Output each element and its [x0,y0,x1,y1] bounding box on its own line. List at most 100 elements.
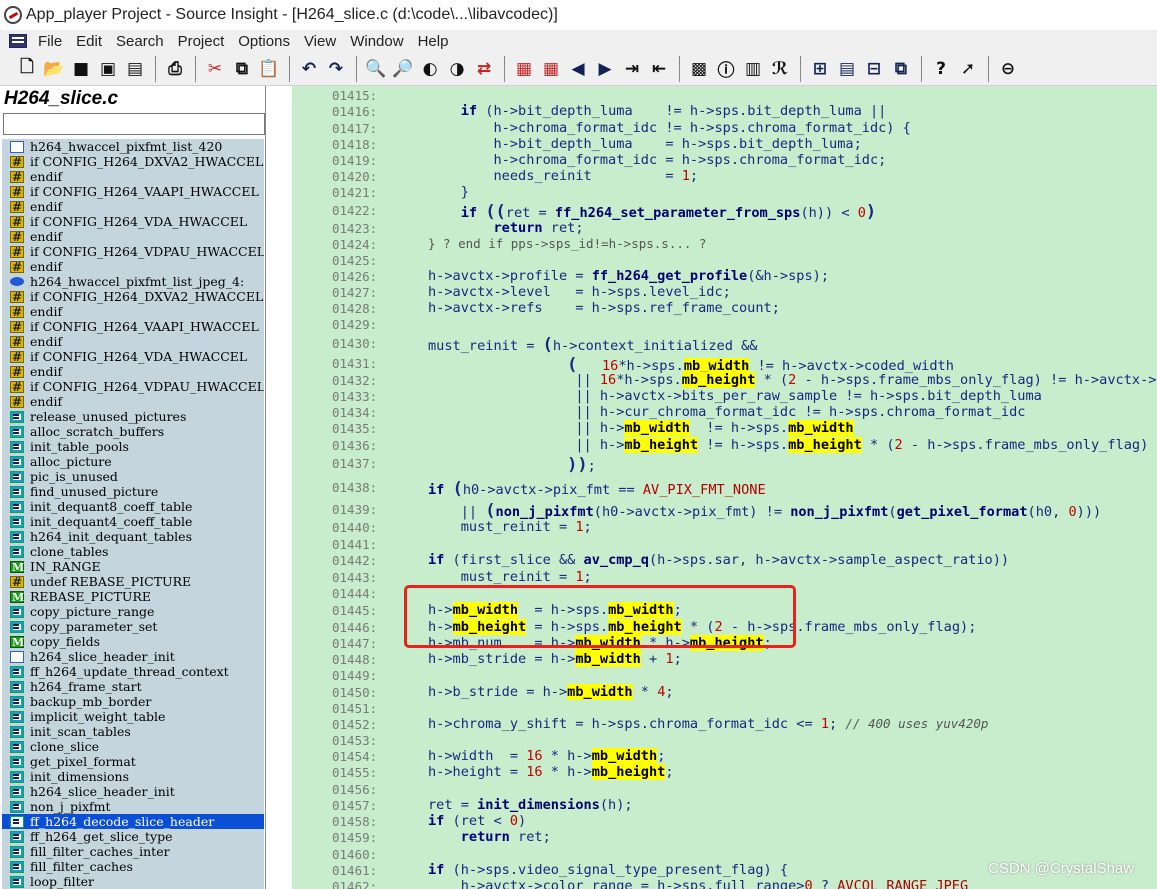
symbol-item[interactable]: copy_parameter_set [2,619,264,634]
symbol-item[interactable]: h264_frame_start [2,679,264,694]
code-line[interactable]: if ((ret = ff_h264_set_parameter_from_sp… [428,202,876,222]
code-line[interactable]: h->avctx->refs = h->sps.ref_frame_count; [428,300,780,316]
window-icon[interactable]: ⊞ [809,58,831,80]
bookmark-icon[interactable]: ▦ [513,58,535,80]
symbol-item[interactable]: init_table_pools [2,439,264,454]
redo-icon[interactable]: ↷ [325,58,347,80]
search-icon[interactable]: 🔍 [365,58,387,80]
code-line[interactable]: if (h0->avctx->pix_fmt == AV_PIX_FMT_NON… [428,479,766,499]
code-line[interactable]: || h->avctx->bits_per_raw_sample != h->s… [428,388,1042,404]
symbol-item[interactable]: ff_h264_decode_slice_header [2,814,264,829]
replace-icon[interactable]: ⇄ [473,58,495,80]
symbol-item[interactable]: if CONFIG_H264_DXVA2_HWACCEL [2,154,264,170]
split-icon[interactable]: ⊟ [863,58,885,80]
code-line[interactable]: h->chroma_format_idc != h->sps.chroma_fo… [428,120,910,136]
code-line[interactable]: if (h->sps.video_signal_type_present_fla… [428,862,788,878]
jump-back-icon[interactable]: ⇤ [648,58,670,80]
code-line[interactable]: h->chroma_y_shift = h->sps.chroma_format… [428,716,988,732]
jump-icon[interactable]: ⇥ [621,58,643,80]
symbol-list[interactable]: h264_hwaccel_pixfmt_list_420if CONFIG_H2… [2,139,264,889]
symbol-item[interactable]: copy_fields [2,634,264,650]
copy-icon[interactable]: ⧉ [231,58,253,80]
forward-icon[interactable]: ▶ [594,58,616,80]
code-line[interactable]: if (ret < 0) [428,813,526,829]
symbol-item[interactable]: ff_h264_update_thread_context [2,664,264,679]
symbol-item[interactable]: if CONFIG_H264_VDA_HWACCEL [2,214,264,230]
menu-search[interactable]: Search [109,33,171,50]
tile-icon[interactable]: ▤ [836,58,858,80]
symbol-item[interactable]: pic_is_unused [2,469,264,484]
pointer-icon[interactable]: ➚ [957,58,979,80]
symbol-item[interactable]: release_unused_pictures [2,409,264,424]
menu-options[interactable]: Options [231,33,297,50]
symbol-item[interactable]: alloc_picture [2,454,264,469]
symbol-item[interactable]: loop_filter [2,874,264,889]
symbol-item[interactable]: init_dimensions [2,769,264,784]
browse-icon[interactable]: ▩ [688,58,710,80]
symbol-item[interactable]: endif [2,394,264,410]
paste-icon[interactable]: 📋 [258,58,280,80]
code-line[interactable]: h->bit_depth_luma = h->sps.bit_depth_lum… [428,136,861,152]
symbol-item[interactable]: if CONFIG_H264_VAAPI_HWACCEL [2,184,264,200]
save-icon[interactable]: ■ [70,58,92,80]
symbol-item[interactable]: if CONFIG_H264_VDPAU_HWACCEL [2,244,264,260]
undo-icon[interactable]: ↶ [298,58,320,80]
code-line[interactable]: || 16*h->sps.mb_height * (2 - h->sps.fra… [428,372,1157,388]
menu-view[interactable]: View [297,33,343,50]
symbol-item[interactable]: init_dequant8_coeff_table [2,499,264,514]
cascade-icon[interactable]: ⧉ [890,58,912,80]
symbol-item[interactable]: ff_h264_get_slice_type [2,829,264,844]
symbol-item[interactable]: h264_hwaccel_pixfmt_list_420 [2,139,264,154]
symbol-item[interactable]: undef REBASE_PICTURE [2,574,264,590]
save-all-icon[interactable]: ▣ [97,58,119,80]
cut-icon[interactable]: ✂ [204,58,226,80]
code-line[interactable]: h->b_stride = h->mb_width * 4; [428,684,674,700]
symbol-item[interactable]: clone_slice [2,739,264,754]
symbol-item[interactable]: h264_slice_header_init [2,649,264,664]
back-icon[interactable]: ◀ [567,58,589,80]
search-files-icon[interactable]: 🔎 [392,58,414,80]
code-line[interactable]: h->avctx->profile = ff_h264_get_profile(… [428,268,829,284]
code-line[interactable]: h->height = 16 * h->mb_height; [428,764,674,780]
menu-file[interactable]: File [31,33,69,50]
symbol-info-icon[interactable]: ⓘ [715,58,737,81]
symbol-item[interactable]: IN_RANGE [2,559,264,575]
code-line[interactable]: h->chroma_format_idc = h->sps.chroma_for… [428,152,886,168]
code-editor[interactable]: 01415: 01416: if (h->bit_depth_luma != h-… [292,86,1157,889]
symbol-item[interactable]: endif [2,364,264,380]
symbol-item[interactable]: if CONFIG_H264_VAAPI_HWACCEL [2,319,264,335]
relation-icon[interactable]: ▥ [742,58,764,80]
symbol-item[interactable]: endif [2,334,264,350]
symbol-item[interactable]: fill_filter_caches_inter [2,844,264,859]
context-help-icon[interactable]: ? [930,58,952,80]
symbol-item[interactable]: endif [2,229,264,245]
menu-project[interactable]: Project [171,33,232,50]
symbol-item[interactable]: clone_tables [2,544,264,559]
code-line[interactable]: return ret; [428,829,551,845]
code-line[interactable]: if (h->bit_depth_luma != h->sps.bit_dept… [428,103,887,119]
search-backward-icon[interactable]: ◐ [419,58,441,80]
code-line[interactable]: if (first_slice && av_cmp_q(h->sps.sar, … [428,552,1009,568]
code-line[interactable]: } ? end if pps->sps_id!=h->sps.s... ? [428,236,706,252]
symbol-item[interactable]: h264_slice_header_init [2,784,264,799]
new-file-icon[interactable]: 🗋 [16,57,38,80]
symbol-item[interactable]: copy_picture_range [2,604,264,619]
symbol-item[interactable]: h264_init_dequant_tables [2,529,264,544]
symbol-search-input[interactable] [3,113,265,135]
search-forward-icon[interactable]: ◑ [446,58,468,80]
system-menu-icon[interactable] [9,34,27,48]
sync-icon[interactable]: ⊖ [997,58,1019,80]
code-line[interactable]: || (non_j_pixfmt(h0->avctx->pix_fmt) != … [428,501,1101,521]
symbol-item[interactable]: REBASE_PICTURE [2,589,264,605]
symbol-item[interactable]: if CONFIG_H264_VDPAU_HWACCEL [2,379,264,395]
menu-help[interactable]: Help [411,33,456,50]
code-line[interactable]: )); [428,455,596,475]
open-folder-icon[interactable]: 📂 [43,58,65,80]
close-file-icon[interactable]: ▤ [124,58,146,80]
symbol-item[interactable]: alloc_scratch_buffers [2,424,264,439]
lookup-icon[interactable]: ℛ [769,58,791,80]
code-line[interactable]: ret = init_dimensions(h); [428,797,633,813]
code-line[interactable]: } [428,184,469,200]
code-line[interactable]: needs_reinit = 1; [428,168,698,184]
code-line[interactable]: h->avctx->color_range = h->sps.full_rang… [428,878,968,889]
